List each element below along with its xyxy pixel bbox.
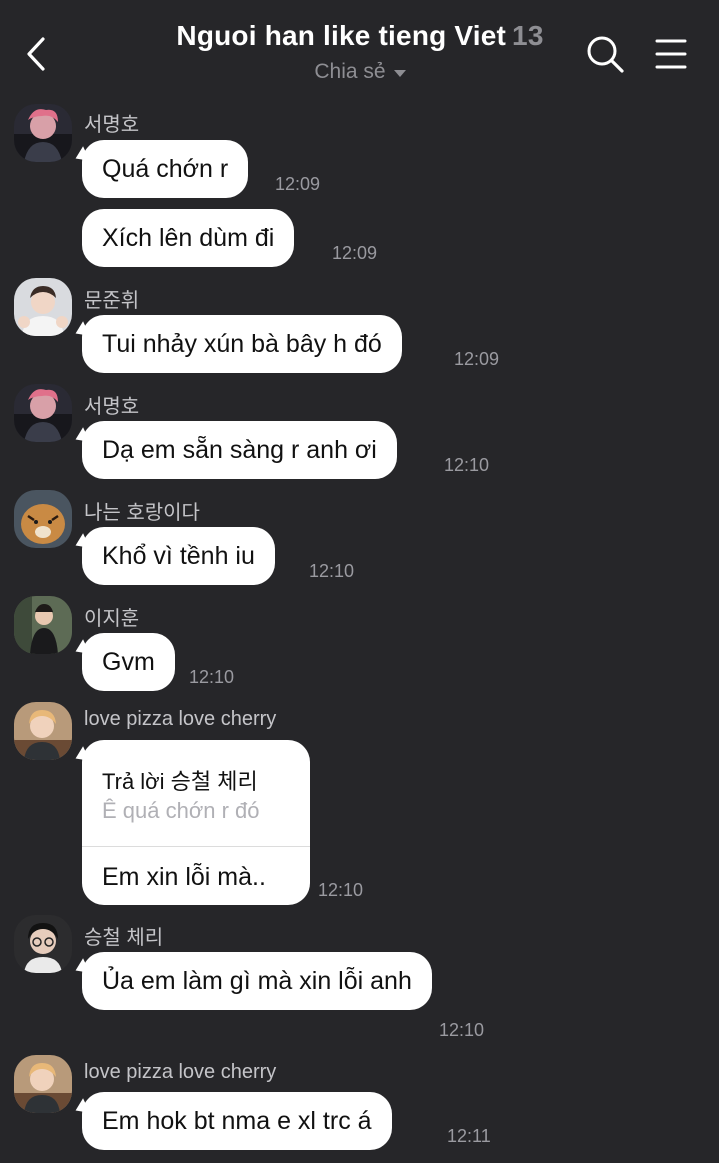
menu-icon (655, 39, 687, 69)
reply-divider (82, 846, 310, 847)
avatar[interactable] (14, 596, 72, 654)
message-text: Em hok bt nma e xl trc á (102, 1107, 372, 1135)
message-bubble[interactable]: Dạ em sẵn sàng r anh ơi (82, 421, 397, 479)
back-button[interactable] (20, 34, 52, 74)
sender-name: 서명호 (84, 396, 140, 418)
search-icon (587, 36, 624, 73)
avatar-image (14, 104, 72, 162)
avatar-image (14, 278, 72, 336)
chat-title[interactable]: Nguoi han like tieng Viet 13 (140, 20, 580, 52)
avatar[interactable] (14, 104, 72, 162)
sender-name: 문준휘 (84, 290, 140, 312)
avatar[interactable] (14, 1055, 72, 1113)
message-bubble[interactable]: Xích lên dùm đi (82, 209, 295, 267)
message-time: 12:09 (332, 243, 378, 263)
reply-message-bubble[interactable]: Trả lời 승철 체리 Ê quá chớn r đó Em xin lỗi… (82, 740, 310, 905)
sender-name: 나는 호랑이다 (84, 502, 200, 524)
message-bubble[interactable]: Em hok bt nma e xl trc á (82, 1092, 392, 1150)
message-text: Ủa em làm gì mà xin lỗi anh (102, 967, 412, 995)
message-bubble[interactable]: Ủa em làm gì mà xin lỗi anh (82, 952, 432, 1010)
message-bubble[interactable]: Gvm (82, 633, 175, 691)
sender-name: 서명호 (84, 114, 140, 136)
chevron-down-icon (393, 69, 406, 77)
sender-name: love pizza love cherry (84, 1061, 277, 1083)
message-bubble[interactable]: Tui nhảy xún bà bây h đó (82, 315, 402, 373)
message-bubble[interactable]: Quá chớn r (82, 140, 249, 198)
sender-name: 이지훈 (84, 608, 140, 630)
avatar[interactable] (14, 490, 72, 548)
message-text: Tui nhảy xún bà bây h đó (102, 330, 382, 358)
avatar-image (14, 702, 72, 760)
sender-name: love pizza love cherry (84, 708, 277, 730)
reply-target: Trả lời 승철 체리 (102, 769, 258, 794)
message-time: 12:10 (439, 1020, 485, 1040)
message-time: 12:11 (447, 1126, 491, 1146)
avatar-image (14, 490, 72, 548)
message-time: 12:10 (444, 455, 490, 475)
message-text: Quá chớn r (102, 155, 229, 183)
message-time: 12:09 (275, 174, 321, 194)
chat-title-text: Nguoi han like tieng Viet (176, 20, 507, 51)
back-arrow-icon (27, 37, 45, 71)
avatar-image (14, 384, 72, 442)
avatar-image (14, 915, 72, 973)
chat-header: Nguoi han like tieng Viet 13 Chia sẻ (0, 0, 719, 100)
message-text: Xích lên dùm đi (102, 224, 275, 252)
message-time: 12:10 (318, 880, 364, 900)
avatar[interactable] (14, 278, 72, 336)
message-text: Em xin lỗi mà.. (102, 863, 266, 891)
message-time: 12:09 (454, 349, 500, 369)
avatar-image (14, 596, 72, 654)
sender-name: 승철 체리 (84, 927, 164, 949)
message-bubble[interactable]: Khổ vì tềnh iu (82, 527, 275, 585)
message-text: Dạ em sẵn sàng r anh ơi (102, 436, 377, 464)
message-time: 12:10 (189, 667, 235, 687)
avatar[interactable] (14, 915, 72, 973)
avatar-image (14, 1055, 72, 1113)
message-text: Khổ vì tềnh iu (102, 542, 255, 570)
chat-title-block: Nguoi han like tieng Viet 13 Chia sẻ (140, 20, 580, 84)
share-label: Chia sẻ (314, 60, 386, 83)
avatar[interactable] (14, 384, 72, 442)
message-time: 12:10 (309, 561, 355, 581)
member-count: 13 (512, 20, 544, 51)
search-button[interactable] (584, 33, 628, 77)
share-dropdown[interactable]: Chia sẻ (314, 60, 406, 84)
avatar[interactable] (14, 702, 72, 760)
message-text: Gvm (102, 648, 155, 676)
reply-quote[interactable]: Ê quá chớn r đó (102, 798, 260, 824)
menu-button[interactable] (650, 34, 692, 76)
